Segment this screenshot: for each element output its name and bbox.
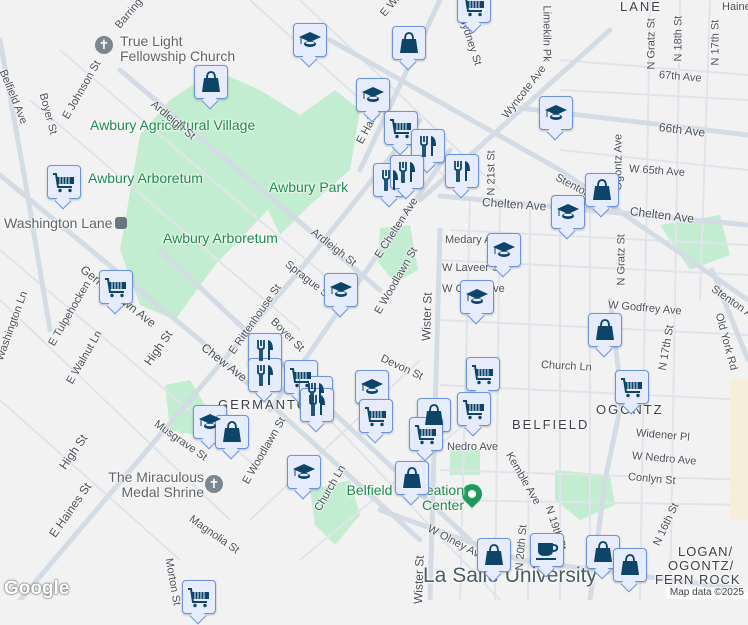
school-marker[interactable] bbox=[287, 455, 321, 489]
shopping-marker[interactable] bbox=[392, 26, 426, 60]
restaurant-icon bbox=[416, 134, 440, 158]
grocery-icon bbox=[462, 0, 486, 18]
park-label: Awbury Arboretum bbox=[163, 230, 278, 246]
station-label[interactable]: Washington Lane bbox=[4, 215, 128, 231]
restaurant-marker[interactable] bbox=[248, 333, 282, 367]
grocery-marker[interactable] bbox=[409, 417, 443, 451]
restaurant-marker[interactable] bbox=[248, 358, 282, 392]
grocery-icon bbox=[414, 422, 438, 446]
shopping-icon bbox=[397, 31, 421, 55]
school-icon bbox=[298, 28, 322, 52]
church-icon[interactable]: ✝ bbox=[95, 36, 113, 54]
school-icon bbox=[492, 238, 516, 262]
shopping-marker[interactable] bbox=[588, 313, 622, 347]
street-label: N Gratz St bbox=[615, 234, 628, 286]
school-marker[interactable] bbox=[293, 23, 327, 57]
train-icon bbox=[115, 217, 128, 229]
shopping-icon bbox=[590, 178, 614, 202]
restaurant-icon bbox=[253, 338, 277, 362]
shopping-icon bbox=[220, 420, 244, 444]
school-marker[interactable] bbox=[324, 273, 358, 307]
grocery-icon bbox=[462, 397, 486, 421]
restaurant-icon bbox=[253, 363, 277, 387]
shopping-marker[interactable] bbox=[585, 173, 619, 207]
school-icon bbox=[329, 278, 353, 302]
street-label: N 21st St bbox=[485, 150, 498, 196]
grocery-icon bbox=[364, 404, 388, 428]
grocery-icon bbox=[104, 275, 128, 299]
school-marker[interactable] bbox=[551, 195, 585, 229]
school-icon bbox=[556, 200, 580, 224]
street-label: Nedro Ave bbox=[447, 441, 499, 453]
area-label: BELFIELD bbox=[512, 417, 590, 432]
shopping-marker[interactable] bbox=[586, 535, 620, 569]
grocery-icon bbox=[52, 170, 76, 194]
street-label: N Gratz St bbox=[645, 18, 658, 70]
restaurant-marker[interactable] bbox=[411, 129, 445, 163]
grocery-icon bbox=[471, 362, 495, 386]
street-label: N 18th St bbox=[672, 15, 685, 62]
grocery-icon bbox=[620, 375, 644, 399]
shopping-marker[interactable] bbox=[194, 65, 228, 99]
grocery-marker[interactable] bbox=[457, 392, 491, 426]
school-marker[interactable] bbox=[460, 280, 494, 314]
area-label: FERN ROCK bbox=[655, 572, 741, 587]
area-label: LOGAN/ bbox=[678, 544, 734, 559]
restaurant-icon bbox=[450, 159, 474, 183]
grocery-marker[interactable] bbox=[47, 165, 81, 199]
school-icon bbox=[544, 101, 568, 125]
shopping-marker[interactable] bbox=[395, 461, 429, 495]
grocery-marker[interactable] bbox=[359, 399, 393, 433]
poi-label-church[interactable]: True Light Fellowship Church bbox=[120, 34, 240, 64]
grocery-marker[interactable] bbox=[615, 370, 649, 404]
school-icon bbox=[360, 375, 384, 399]
shopping-marker[interactable] bbox=[477, 538, 511, 572]
school-icon bbox=[465, 285, 489, 309]
school-icon bbox=[361, 83, 385, 107]
street-label: Wister St bbox=[411, 555, 427, 605]
grocery-icon bbox=[187, 585, 211, 609]
restaurant-icon bbox=[305, 393, 329, 417]
area-label: OGONTZ/ bbox=[668, 558, 735, 573]
shopping-icon bbox=[199, 70, 223, 94]
restaurant-icon bbox=[395, 160, 419, 184]
street-label: Limekiln Pk bbox=[540, 5, 553, 62]
station-name[interactable]: Washington Lane bbox=[4, 215, 112, 231]
commercial-strip bbox=[730, 380, 748, 520]
street-label: N 17th St bbox=[709, 19, 722, 66]
shopping-marker[interactable] bbox=[613, 548, 647, 582]
school-marker[interactable] bbox=[356, 78, 390, 112]
area-label: LANE bbox=[620, 0, 662, 14]
poi-label-shrine[interactable]: The Miraculous Medal Shrine bbox=[104, 470, 204, 500]
grocery-marker[interactable] bbox=[384, 111, 418, 145]
grocery-marker[interactable] bbox=[182, 580, 216, 614]
street-label: Wister St bbox=[419, 292, 435, 342]
street-label: Haines bbox=[722, 1, 748, 13]
grocery-marker[interactable] bbox=[457, 0, 491, 23]
park-label: Awbury Park bbox=[269, 179, 349, 195]
shopping-icon bbox=[482, 543, 506, 567]
cafe-icon bbox=[535, 538, 559, 562]
school-icon bbox=[292, 460, 316, 484]
school-marker[interactable] bbox=[487, 233, 521, 267]
restaurant-marker[interactable] bbox=[300, 388, 334, 422]
school-icon bbox=[198, 410, 222, 434]
school-marker[interactable] bbox=[539, 96, 573, 130]
grocery-marker[interactable] bbox=[99, 270, 133, 304]
cafe-marker[interactable] bbox=[530, 533, 564, 567]
map-attribution[interactable]: Map data ©2025 bbox=[665, 587, 748, 599]
grocery-marker[interactable] bbox=[466, 357, 500, 391]
park-label: Awbury Arboretum bbox=[88, 170, 203, 186]
shopping-icon bbox=[618, 553, 642, 577]
shopping-icon bbox=[593, 318, 617, 342]
google-logo: Google bbox=[4, 578, 70, 599]
restaurant-marker[interactable] bbox=[390, 155, 424, 189]
church-icon[interactable]: ✝ bbox=[205, 475, 223, 493]
shopping-marker[interactable] bbox=[215, 415, 249, 449]
restaurant-marker[interactable] bbox=[445, 154, 479, 188]
shopping-icon bbox=[400, 466, 424, 490]
school-marker[interactable] bbox=[355, 370, 389, 404]
grocery-icon bbox=[389, 116, 413, 140]
shopping-icon bbox=[591, 540, 615, 564]
